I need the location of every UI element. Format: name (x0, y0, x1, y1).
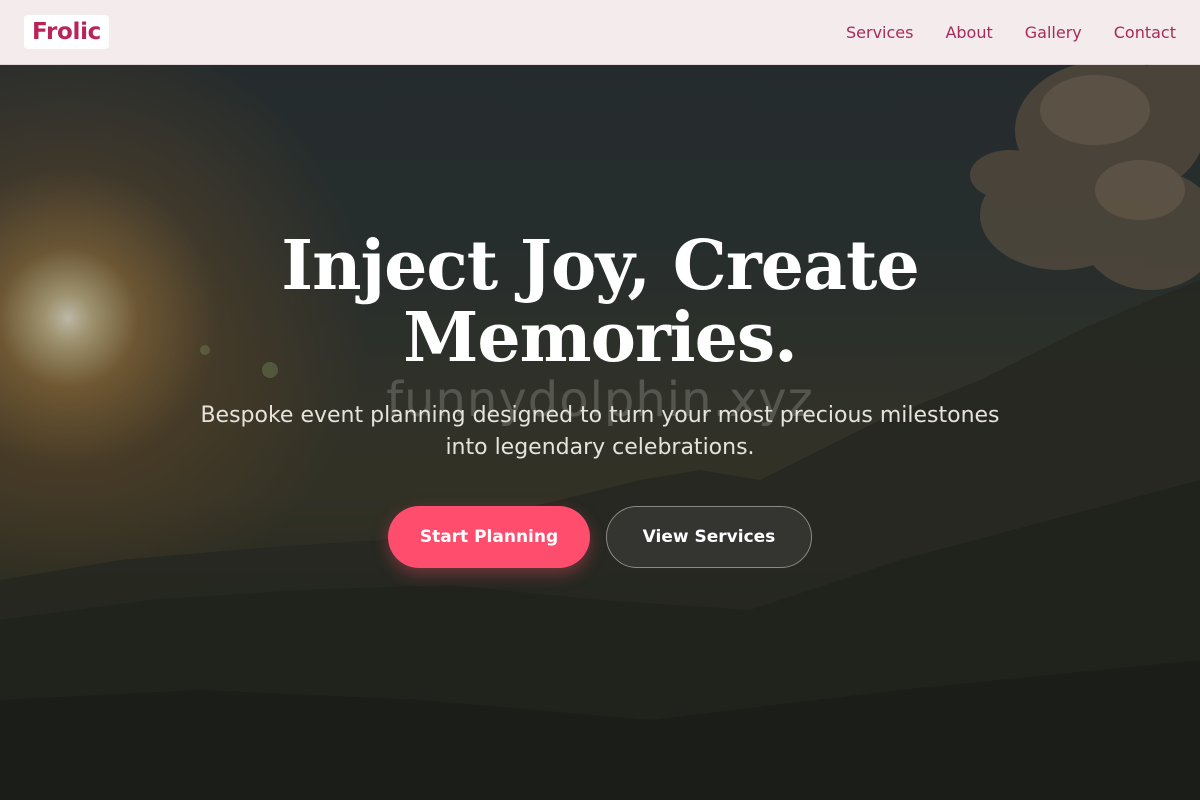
hero-subtitle: Bespoke event planning designed to turn … (200, 403, 1000, 460)
nav-link-services[interactable]: Services (846, 23, 913, 42)
view-services-button[interactable]: View Services (606, 506, 812, 568)
hero-actions: Start Planning View Services (0, 506, 1200, 568)
hero-headline: Inject Joy, Create Memories. (281, 226, 919, 378)
nav-link-gallery[interactable]: Gallery (1025, 23, 1082, 42)
start-planning-button[interactable]: Start Planning (388, 506, 590, 568)
brand-logo[interactable]: Frolic (24, 15, 109, 49)
nav-link-about[interactable]: About (945, 23, 992, 42)
nav-link-contact[interactable]: Contact (1114, 23, 1176, 42)
nav-links: Services About Gallery Contact (814, 23, 1176, 42)
top-navbar: Frolic Services About Gallery Contact (0, 0, 1200, 65)
hero-content: Inject Joy, Create Memories. funnydolphi… (0, 230, 1200, 568)
